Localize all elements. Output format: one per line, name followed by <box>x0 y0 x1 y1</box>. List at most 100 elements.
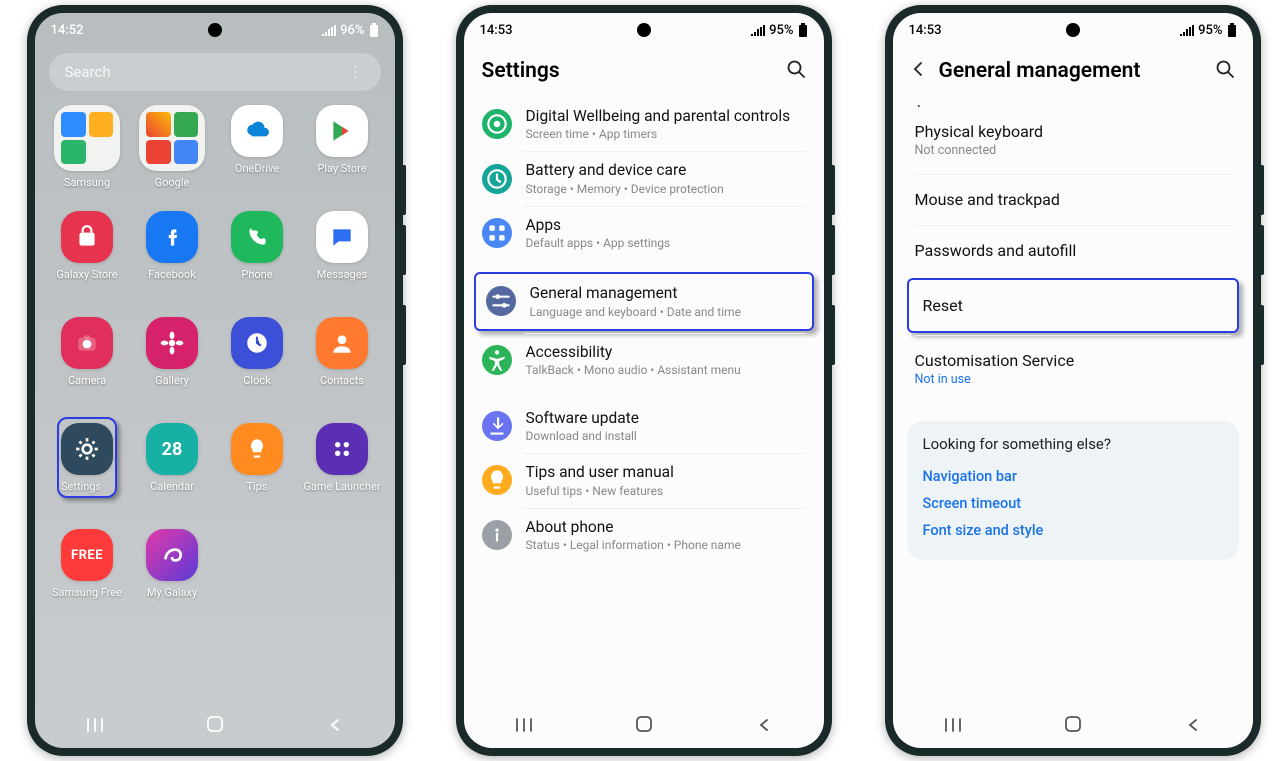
settings-header: Settings <box>464 47 824 97</box>
app-label: Game Launcher <box>303 480 380 493</box>
onedrive-icon <box>231 105 283 157</box>
search-bar[interactable]: Search ⋮ <box>49 53 381 91</box>
item-subtitle: Default apps • App settings <box>526 236 806 250</box>
app-label: My Galaxy <box>147 586 197 599</box>
gm-item-customisation-service[interactable]: Customisation ServiceNot in use <box>897 335 1249 403</box>
search-icon[interactable] <box>1215 59 1235 83</box>
app-samsung-free[interactable]: FREE Samsung Free <box>47 529 127 635</box>
more-icon[interactable]: ⋮ <box>348 64 365 80</box>
app-label: Calendar <box>150 480 194 493</box>
item-title: Customisation Service <box>915 351 1231 370</box>
app-clock[interactable]: Clock <box>217 317 297 423</box>
gm-item-reset[interactable]: Reset <box>907 278 1239 333</box>
app-galaxy-store[interactable]: Galaxy Store <box>47 211 127 317</box>
app-settings[interactable]: Settings <box>47 423 127 529</box>
app-label: Gallery <box>155 374 189 387</box>
signal-icon <box>1180 25 1194 36</box>
status-time: 14:53 <box>480 23 513 38</box>
gm-header: General management <box>893 47 1253 97</box>
camera-cutout <box>208 23 222 37</box>
battery-icon <box>369 23 379 37</box>
search-icon[interactable] <box>786 59 806 83</box>
settings-item-battery-and-device-care[interactable]: Battery and device care Storage • Memory… <box>468 151 820 205</box>
app-play-store[interactable]: Play Store <box>302 105 382 211</box>
item-title: Tips and user manual <box>526 463 806 482</box>
item-subtitle: Not connected <box>915 143 1231 158</box>
app-camera[interactable]: Camera <box>47 317 127 423</box>
bag-icon <box>61 211 113 263</box>
settings-item-about-phone[interactable]: About phone Status • Legal information •… <box>468 508 820 562</box>
app-phone[interactable]: Phone <box>217 211 297 317</box>
settings-item-accessibility[interactable]: Accessibility TalkBack • Mono audio • As… <box>468 333 820 387</box>
app-my-galaxy[interactable]: My Galaxy <box>132 529 212 635</box>
app-gallery[interactable]: Gallery <box>132 317 212 423</box>
message-icon <box>316 211 368 263</box>
item-title: Software update <box>526 409 806 428</box>
nav-home[interactable] <box>624 715 664 737</box>
settings-item-digital-wellbeing-and-parental-controls[interactable]: Digital Wellbeing and parental controls … <box>468 97 820 151</box>
nav-back[interactable] <box>315 717 355 736</box>
battery-icon <box>798 23 808 37</box>
nav-recents[interactable] <box>75 717 115 736</box>
item-subtitle: Screen time • App timers <box>526 127 806 141</box>
battery-icon <box>1227 23 1237 37</box>
item-title: Apps <box>526 216 806 235</box>
page-title: General management <box>939 59 1141 83</box>
app-contacts[interactable]: Contacts <box>302 317 382 423</box>
camera-cutout <box>637 23 651 37</box>
phone-icon <box>231 211 283 263</box>
signal-icon <box>322 25 336 36</box>
app-calendar[interactable]: 28 Calendar <box>132 423 212 529</box>
app-messages[interactable]: Messages <box>302 211 382 317</box>
app-tips[interactable]: Tips <box>217 423 297 529</box>
app-facebook[interactable]: Facebook <box>132 211 212 317</box>
app-label: Tips <box>246 480 267 493</box>
settings-item-general-management[interactable]: General management Language and keyboard… <box>474 272 814 330</box>
item-title: General management <box>530 284 802 303</box>
gm-item-mouse-and-trackpad[interactable]: Mouse and trackpad <box>897 174 1249 225</box>
phone-general-management: 14:53 95% General management .Physical k… <box>885 5 1261 756</box>
settings-item-software-update[interactable]: Software update Download and install <box>468 399 820 453</box>
nav-back[interactable] <box>744 717 784 736</box>
camera-cutout <box>1066 23 1080 37</box>
gm-item-physical-keyboard[interactable]: Physical keyboard Not connected <box>897 106 1249 174</box>
app-game-launcher[interactable]: Game Launcher <box>302 423 382 529</box>
app-samsung[interactable]: Samsung <box>47 105 127 211</box>
settings-list: Digital Wellbeing and parental controls … <box>464 97 824 704</box>
free-icon: FREE <box>61 529 113 581</box>
apps-icon <box>482 218 512 248</box>
app-label: Samsung Free <box>52 586 122 599</box>
gm-item-passwords-and-autofill[interactable]: Passwords and autofill <box>897 225 1249 276</box>
app-label: Play Store <box>317 162 366 175</box>
play-icon <box>316 105 368 157</box>
app-label: Phone <box>241 268 272 281</box>
a11y-icon <box>482 345 512 375</box>
item-subtitle: Storage • Memory • Device protection <box>526 182 806 196</box>
cal-icon: 28 <box>146 423 198 475</box>
nav-recents[interactable] <box>933 717 973 736</box>
nav-recents[interactable] <box>504 717 544 736</box>
gm-list: .Physical keyboardNot connectedMouse and… <box>893 97 1253 704</box>
status-time: 14:52 <box>51 23 84 38</box>
wellbeing-icon <box>482 109 512 139</box>
item-subtitle: Download and install <box>526 429 806 443</box>
suggestion-link[interactable]: Font size and style <box>923 517 1223 544</box>
gear-icon <box>61 423 113 475</box>
back-icon[interactable] <box>911 61 925 81</box>
nav-home[interactable] <box>1053 715 1093 737</box>
nav-back[interactable] <box>1173 717 1213 736</box>
app-google[interactable]: Google <box>132 105 212 211</box>
item-title: Reset <box>923 296 1223 315</box>
settings-item-apps[interactable]: Apps Default apps • App settings <box>468 206 820 260</box>
page-title: Settings <box>482 59 560 83</box>
nav-home[interactable] <box>195 715 235 737</box>
settings-item-tips-and-user-manual[interactable]: Tips and user manual Useful tips • New f… <box>468 453 820 507</box>
item-title: About phone <box>526 518 806 537</box>
item-subtitle: Language and keyboard • Date and time <box>530 305 802 319</box>
item-title: Physical keyboard <box>915 122 1231 141</box>
app-onedrive[interactable]: OneDrive <box>217 105 297 211</box>
nav-bar <box>464 704 824 748</box>
suggestion-link[interactable]: Screen timeout <box>923 490 1223 517</box>
suggestion-link[interactable]: Navigation bar <box>923 463 1223 490</box>
item-title: Digital Wellbeing and parental controls <box>526 107 806 126</box>
